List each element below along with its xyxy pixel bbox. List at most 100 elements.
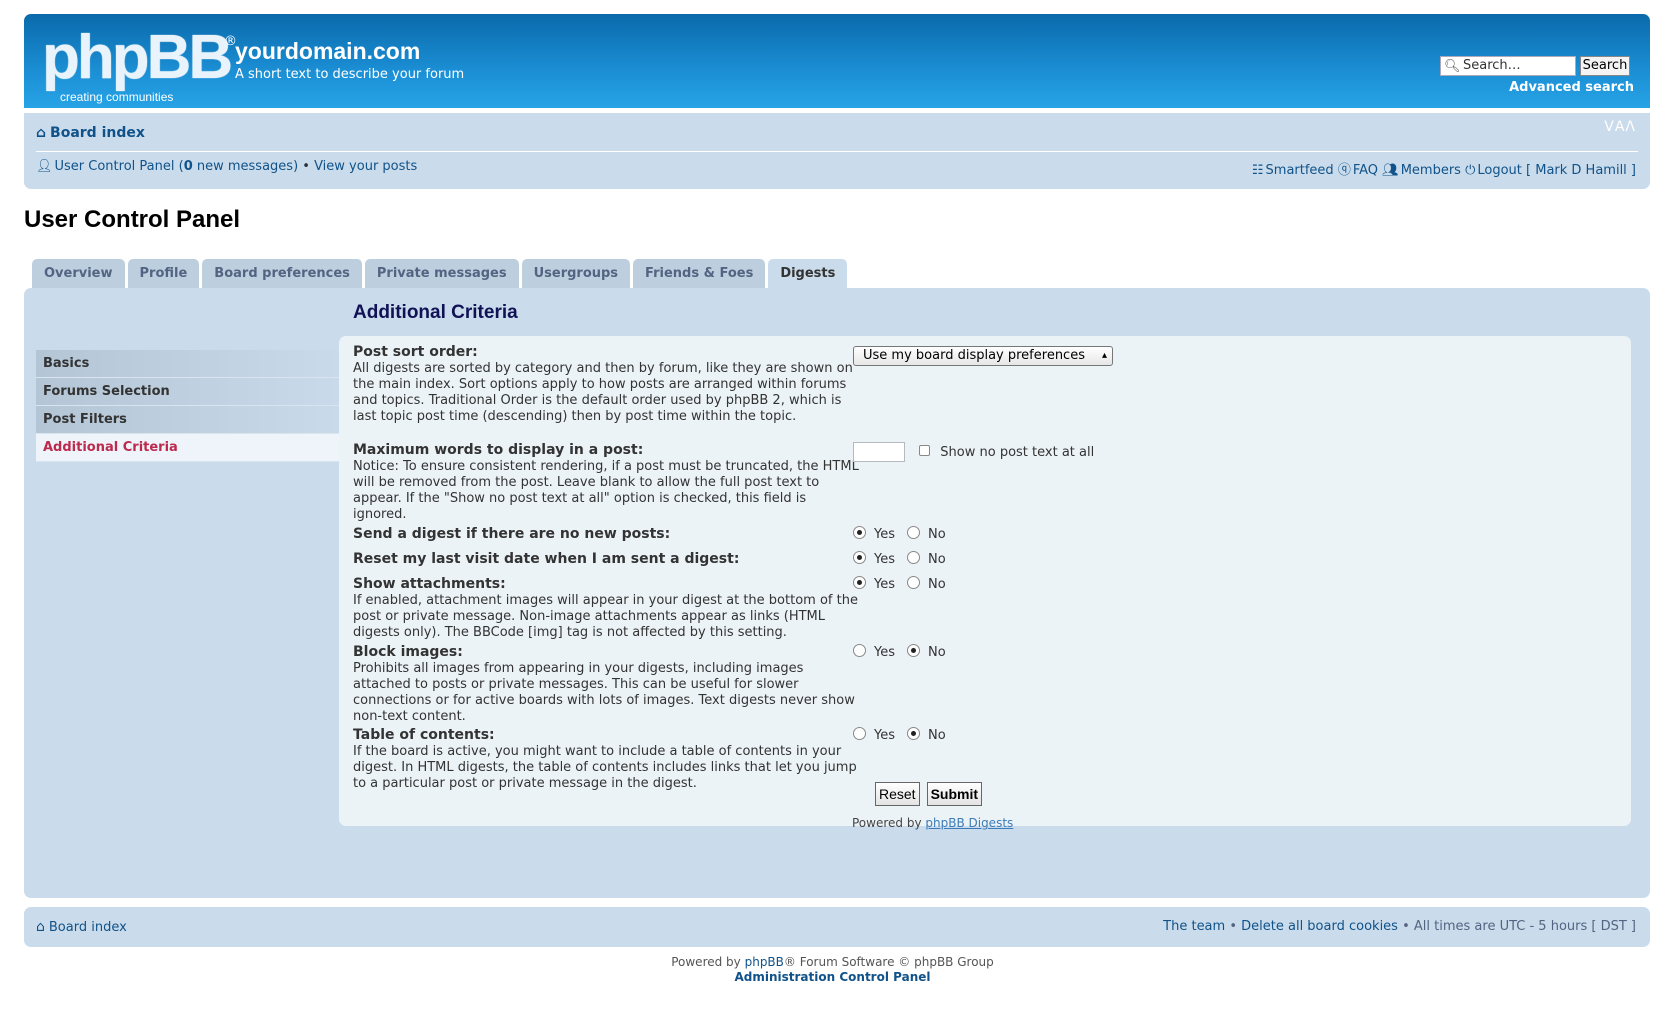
- radio-label: Yes: [874, 527, 895, 542]
- radio-label: No: [928, 577, 946, 592]
- tab-profile[interactable]: Profile: [127, 259, 200, 289]
- no-post-text-checkbox[interactable]: [919, 444, 931, 456]
- new-messages-count: 0: [183, 159, 193, 174]
- separator: •: [298, 159, 315, 174]
- tab-usergroups[interactable]: Usergroups: [521, 259, 631, 289]
- field-description: All digests are sorted by category and t…: [353, 361, 853, 424]
- site-description: A short text to describe your forum: [235, 67, 465, 82]
- home-icon: ⌂: [36, 919, 45, 935]
- no-post-text-label: Show no post text at all: [940, 444, 1095, 460]
- delete-cookies-link[interactable]: Delete all board cookies: [1241, 919, 1398, 934]
- ucp-tabs: Overview Profile Board preferences Priva…: [32, 259, 848, 290]
- tab-overview[interactable]: Overview: [32, 259, 125, 289]
- field-description: If enabled, attachment images will appea…: [353, 593, 858, 640]
- field-label: Maximum words to display in a post:: [353, 442, 644, 458]
- the-team-link[interactable]: The team: [1163, 919, 1225, 934]
- breadcrumb: ⌂ Board index: [36, 125, 145, 145]
- max-words-input[interactable]: [853, 442, 905, 462]
- power-icon: ⏻: [1465, 163, 1476, 178]
- separator: •: [1397, 919, 1414, 934]
- radio-label: Yes: [874, 645, 895, 660]
- home-icon: ⌂: [36, 125, 47, 141]
- section-title: Additional Criteria: [353, 302, 518, 323]
- tab-friends-foes[interactable]: Friends & Foes: [633, 259, 766, 289]
- side-menu: Basics Forums Selection Post Filters Add…: [36, 350, 339, 462]
- reset-visit-yes-radio[interactable]: [853, 551, 866, 564]
- user-links: 👤︎ User Control Panel (0 new messages) • …: [36, 159, 417, 174]
- field-label: Block images:: [353, 644, 463, 660]
- ucp-link[interactable]: User Control Panel (0 new messages): [55, 159, 299, 174]
- reset-visit-no-radio[interactable]: [907, 551, 920, 564]
- view-posts-link[interactable]: View your posts: [314, 159, 417, 174]
- radio-label: Yes: [874, 552, 895, 567]
- search-button[interactable]: Search: [1580, 56, 1630, 76]
- copyright: Powered by phpBB® Forum Software © phpBB…: [671, 955, 994, 984]
- acp-link[interactable]: Administration Control Panel: [734, 970, 930, 984]
- rss-icon: ☷: [1251, 163, 1264, 178]
- reset-button[interactable]: Reset: [875, 782, 920, 806]
- tab-digests[interactable]: Digests: [768, 259, 848, 290]
- search-icon: 🔍︎: [1444, 59, 1461, 74]
- field-description: Prohibits all images from appearing in y…: [353, 661, 855, 724]
- navbar: ⌂ Board index ᐯAᐱ 👤︎ User Control Panel (0…: [24, 113, 1650, 189]
- faq-icon: ⓠ: [1337, 163, 1351, 178]
- phpbb-link[interactable]: phpBB: [745, 955, 784, 969]
- sort-order-select[interactable]: Use my board display preferences ▴: [853, 346, 1113, 366]
- send-empty-no-radio[interactable]: [907, 526, 920, 539]
- logout-link[interactable]: Logout [ Mark D Hamill ]: [1477, 163, 1636, 178]
- site-header: phpBB ® creating communities yourdomain.…: [24, 14, 1650, 108]
- font-size-toggle-icon[interactable]: ᐯAᐱ: [1604, 119, 1636, 135]
- search-input[interactable]: 🔍︎ Search…: [1440, 56, 1576, 76]
- tab-board-preferences[interactable]: Board preferences: [202, 259, 362, 289]
- submit-button[interactable]: Submit: [926, 782, 983, 806]
- field-label: Post sort order:: [353, 344, 478, 360]
- ucp-icon: 👤︎: [36, 159, 53, 174]
- page-title: User Control Panel: [24, 206, 241, 233]
- radio-label: No: [928, 728, 946, 743]
- block-images-no-radio[interactable]: [907, 644, 920, 657]
- menu-item-post-filters[interactable]: Post Filters: [36, 406, 339, 434]
- field-label: Table of contents:: [353, 727, 495, 743]
- members-link[interactable]: Members: [1401, 163, 1461, 178]
- radio-label: Yes: [874, 577, 895, 592]
- menu-item-forums-selection[interactable]: Forums Selection: [36, 378, 339, 406]
- phpbb-digests-link[interactable]: phpBB Digests: [925, 816, 1013, 830]
- toc-no-radio[interactable]: [907, 727, 920, 740]
- powered-by-digests: Powered by phpBB Digests: [852, 816, 1014, 830]
- site-logo[interactable]: phpBB ® creating communities: [42, 23, 237, 104]
- separator: •: [1225, 919, 1242, 934]
- advanced-search-link[interactable]: Advanced search: [1424, 80, 1634, 95]
- site-title[interactable]: yourdomain.com: [235, 38, 420, 65]
- smartfeed-link[interactable]: Smartfeed: [1266, 163, 1334, 178]
- field-description: If the board is active, you might want t…: [353, 744, 857, 791]
- tab-private-messages[interactable]: Private messages: [364, 259, 519, 289]
- faq-link[interactable]: FAQ: [1353, 163, 1378, 178]
- logo-tagline: creating communities: [60, 90, 174, 104]
- timezone-text: All times are UTC - 5 hours [ DST ]: [1413, 919, 1636, 934]
- field-label: Reset my last visit date when I am sent …: [353, 551, 740, 567]
- menu-item-basics[interactable]: Basics: [36, 350, 339, 378]
- radio-label: Yes: [874, 728, 895, 743]
- footer-board-index-link[interactable]: Board index: [49, 920, 127, 935]
- send-empty-yes-radio[interactable]: [853, 526, 866, 539]
- form-content: Post sort order: All digests are sorted b…: [339, 336, 1631, 826]
- footer-links: The team • Delete all board cookies • Al…: [1163, 919, 1636, 934]
- board-index-link[interactable]: Board index: [50, 125, 145, 141]
- radio-label: No: [928, 527, 946, 542]
- radio-label: No: [928, 645, 946, 660]
- field-description: Notice: To ensure consistent rendering, …: [353, 459, 859, 522]
- footer-breadcrumb: ⌂ Board index: [36, 919, 127, 935]
- menu-item-additional-criteria[interactable]: Additional Criteria: [36, 434, 339, 462]
- site-links: ☷ Smartfeed ⓠ FAQ 👥︎ Members ⏻ Logout [ Mark…: [1252, 159, 1636, 178]
- field-label: Send a digest if there are no new posts:: [353, 526, 671, 542]
- select-arrows-icon: ▴: [1101, 350, 1107, 361]
- ucp-panel: Basics Forums Selection Post Filters Add…: [24, 288, 1650, 898]
- footer-bar: ⌂ Board index The team • Delete all board…: [24, 907, 1650, 947]
- attachments-no-radio[interactable]: [907, 576, 920, 589]
- block-images-yes-radio[interactable]: [853, 644, 866, 657]
- members-icon: 👥︎: [1382, 163, 1399, 178]
- toc-yes-radio[interactable]: [853, 727, 866, 740]
- nav-divider: [36, 151, 1638, 152]
- form-buttons: Reset Submit: [875, 782, 983, 806]
- attachments-yes-radio[interactable]: [853, 576, 866, 589]
